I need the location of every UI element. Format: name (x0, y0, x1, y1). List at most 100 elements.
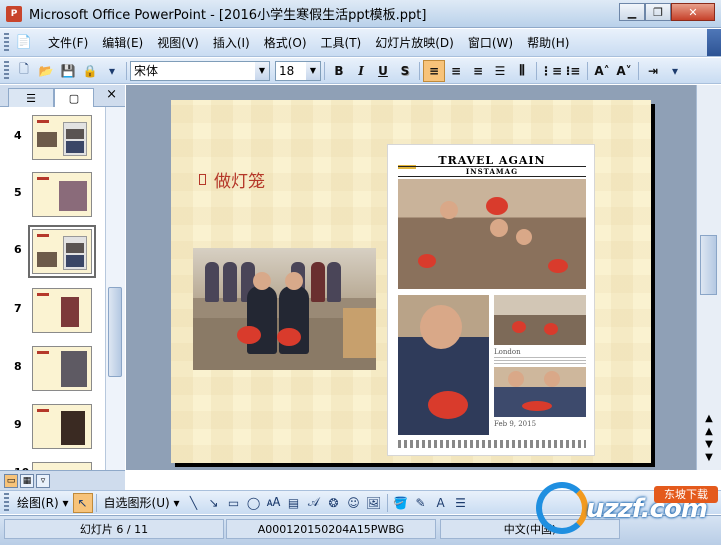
menu-close-doc[interactable] (707, 29, 721, 56)
font-size-select[interactable]: 18 ▼ (275, 60, 321, 81)
slide-thumbnail[interactable]: 8 (0, 346, 105, 404)
indent-icon[interactable]: ⇥ (642, 60, 664, 82)
menu-insert[interactable]: 插入(I) (206, 32, 257, 54)
close-button[interactable]: ✕ (671, 3, 715, 21)
bold-button[interactable]: B (328, 60, 350, 82)
vertical-textbox-icon[interactable]: ▤ (284, 493, 304, 513)
wordart-icon[interactable]: 𝒜 (304, 493, 324, 513)
slide-thumbnail[interactable]: 10 (0, 462, 105, 470)
slide-thumbnails: 4 5 6 7 8 9 10 (0, 107, 105, 470)
increase-font-icon[interactable]: A˄ (591, 60, 613, 82)
normal-view-icon[interactable]: ▭ (4, 473, 18, 488)
slide-thumbnail-selected[interactable]: 6 (0, 225, 105, 287)
slide-preview[interactable] (32, 172, 92, 217)
outline-tab[interactable]: ☰ (8, 88, 54, 107)
slide-thumbnail[interactable]: 5 (0, 172, 105, 230)
slide-thumbnail[interactable]: 4 (0, 115, 105, 173)
classroom-photo[interactable] (193, 248, 376, 370)
italic-button[interactable]: I (350, 60, 372, 82)
slide-preview[interactable] (32, 462, 92, 470)
slide-preview[interactable] (32, 346, 92, 391)
slide-preview[interactable] (32, 288, 92, 333)
menu-file[interactable]: 文件(F) (41, 32, 95, 54)
powerpoint-window: P Microsoft Office PowerPoint - [2016小学生… (0, 0, 721, 545)
draw-menu-button[interactable]: 绘图(R) ▾ (13, 494, 73, 511)
clipart-icon[interactable]: ☺ (344, 493, 364, 513)
underline-button[interactable]: U (372, 60, 394, 82)
scrollbar-thumb[interactable] (108, 287, 122, 377)
slide-thumbnail[interactable]: 7 (0, 288, 105, 346)
menu-tools[interactable]: 工具(T) (314, 32, 369, 54)
align-right-icon[interactable]: ≡ (467, 60, 489, 82)
textbox-icon[interactable]: 🗚 (264, 493, 284, 513)
select-pointer-icon[interactable]: ↖ (72, 492, 93, 513)
magazine-caption-date: Feb 9, 2015 (494, 420, 537, 428)
toolbar-grip[interactable] (4, 32, 9, 53)
formatting-toolbar: 🗋 📂 💾 🔒 ▾ 宋体 ▼ 18 ▼ B I U S ≡ ≡ ≡ ☰ ⫼ ⋮≡… (0, 58, 721, 84)
vertical-align-icon[interactable]: ⫼ (511, 60, 533, 82)
chevron-down-icon[interactable]: ▼ (306, 61, 320, 80)
menu-format[interactable]: 格式(O) (257, 32, 314, 54)
magazine-collage[interactable]: TRAVEL AGAIN INSTAMAG London Feb 9, 2015 (387, 144, 595, 456)
slide-thumbnail[interactable]: 9 (0, 404, 105, 462)
slide-preview[interactable] (28, 225, 96, 278)
toolbar-options-icon[interactable]: ▾ (664, 60, 686, 82)
distributed-icon[interactable]: ☰ (489, 60, 511, 82)
bullet-text[interactable]: 做灯笼 (214, 167, 265, 192)
font-name-select[interactable]: 宋体 ▼ (130, 60, 270, 81)
close-pane-icon[interactable]: × (106, 87, 117, 102)
prev-next-slide-buttons[interactable]: ▲ ▲ ▼ ▼ (699, 412, 719, 464)
rectangle-icon[interactable]: ▭ (224, 493, 244, 513)
toolbar-grip[interactable] (4, 492, 9, 513)
restore-button[interactable]: ❐ (645, 3, 671, 21)
powerpoint-icon[interactable]: P (6, 5, 22, 22)
menu-edit[interactable]: 编辑(E) (95, 32, 150, 54)
slide-editing-area: 做灯笼 TRAVEL AGAIN INSTAMAG London Feb 9, … (126, 85, 696, 470)
toolbar-options-icon[interactable]: ▾ (101, 60, 123, 82)
current-slide[interactable]: 做灯笼 TRAVEL AGAIN INSTAMAG London Feb 9, … (171, 100, 651, 463)
next-slide-icon[interactable]: ▼ ▼ (699, 438, 719, 464)
save-icon[interactable]: 💾 (57, 60, 79, 82)
menu-slideshow[interactable]: 幻灯片放映(D) (368, 32, 461, 54)
align-center-icon[interactable]: ≡ (445, 60, 467, 82)
menu-view[interactable]: 视图(V) (150, 32, 206, 54)
scrollbar-thumb[interactable] (700, 235, 717, 295)
chevron-down-icon[interactable]: ▼ (255, 61, 269, 80)
shadow-button[interactable]: S (394, 60, 416, 82)
line-color-icon[interactable]: ✎ (411, 493, 431, 513)
permission-icon[interactable]: 🔒 (79, 60, 101, 82)
line-icon[interactable]: ╲ (184, 493, 204, 513)
font-color-icon[interactable]: A (431, 493, 451, 513)
autoshapes-button[interactable]: 自选图形(U) ▾ (100, 494, 184, 511)
slideshow-view-icon[interactable]: ▿ (36, 473, 50, 488)
open-icon[interactable]: 📂 (35, 60, 57, 82)
slides-tab[interactable]: ▢ (54, 88, 94, 107)
separator (95, 493, 97, 512)
separator (386, 493, 388, 512)
menu-window[interactable]: 窗口(W) (461, 32, 520, 54)
slide-vertical-scrollbar[interactable]: ▲ ▲ ▼ ▼ (696, 85, 721, 470)
fill-color-icon[interactable]: 🪣 (391, 493, 411, 513)
new-icon[interactable]: 🗋 (13, 60, 35, 82)
slide-preview[interactable] (32, 404, 92, 449)
menu-help[interactable]: 帮助(H) (520, 32, 576, 54)
numbering-icon[interactable]: ⋮≡ (540, 60, 562, 82)
bullet-textbox[interactable]: 做灯笼 (199, 167, 265, 192)
slide-number: 6 (14, 243, 22, 256)
previous-slide-icon[interactable]: ▲ ▲ (699, 412, 719, 438)
diagram-icon[interactable]: ❂ (324, 493, 344, 513)
decrease-font-icon[interactable]: A˅ (613, 60, 635, 82)
sorter-view-icon[interactable]: ▦ (20, 473, 34, 488)
minimize-button[interactable]: ▁ (619, 3, 645, 21)
oval-icon[interactable]: ◯ (244, 493, 264, 513)
bullets-icon[interactable]: ⁝≡ (562, 60, 584, 82)
align-left-icon[interactable]: ≡ (423, 59, 445, 82)
line-style-icon[interactable]: ☰ (451, 493, 471, 513)
arrow-icon[interactable]: ↘ (204, 493, 224, 513)
thumbnails-scrollbar[interactable] (105, 107, 125, 470)
slide-preview[interactable] (32, 115, 92, 160)
lantern-photo-boy (398, 295, 489, 435)
document-icon[interactable]: 📄 (13, 33, 35, 53)
toolbar-grip[interactable] (4, 60, 9, 81)
picture-icon[interactable]: 🖼 (364, 493, 384, 513)
